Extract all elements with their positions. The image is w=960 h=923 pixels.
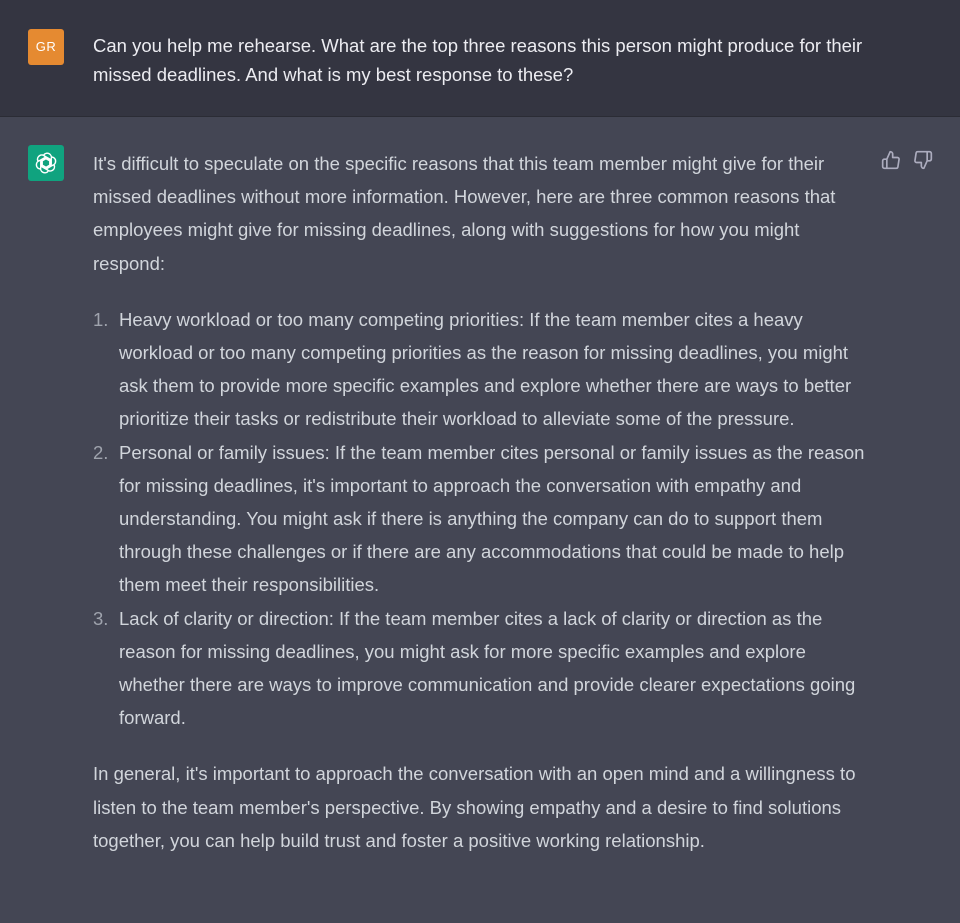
list-item: 1. Heavy workload or too many competing … (93, 303, 873, 436)
list-item-text: Lack of clarity or direction: If the tea… (119, 607, 856, 729)
list-item-number: 3. (93, 607, 109, 629)
list-item-text: Personal or family issues: If the team m… (119, 441, 865, 596)
list-item-number: 2. (93, 441, 109, 463)
assistant-message-row: It's difficult to speculate on the speci… (0, 117, 960, 923)
assistant-message-text: It's difficult to speculate on the speci… (93, 147, 873, 857)
openai-logo-icon (35, 152, 57, 174)
list-item: 2. Personal or family issues: If the tea… (93, 436, 873, 602)
assistant-avatar (28, 145, 64, 181)
answer-conclusion: In general, it's important to approach t… (93, 763, 856, 851)
list-item-number: 1. (93, 308, 109, 330)
thumbs-down-button[interactable] (912, 149, 934, 171)
thumbs-down-icon (914, 150, 933, 170)
chat-page: GR Can you help me rehearse. What are th… (0, 0, 960, 923)
reasons-list: 1. Heavy workload or too many competing … (93, 303, 873, 735)
user-message-text: Can you help me rehearse. What are the t… (93, 35, 863, 85)
thumbs-up-button[interactable] (880, 149, 902, 171)
user-avatar: GR (28, 29, 64, 65)
answer-intro: It's difficult to speculate on the speci… (93, 153, 836, 274)
feedback-buttons (880, 149, 934, 171)
list-item-text: Heavy workload or too many competing pri… (119, 308, 852, 430)
list-item: 3. Lack of clarity or direction: If the … (93, 602, 873, 735)
thumbs-up-icon (881, 150, 900, 170)
user-message-row: GR Can you help me rehearse. What are th… (0, 0, 960, 117)
